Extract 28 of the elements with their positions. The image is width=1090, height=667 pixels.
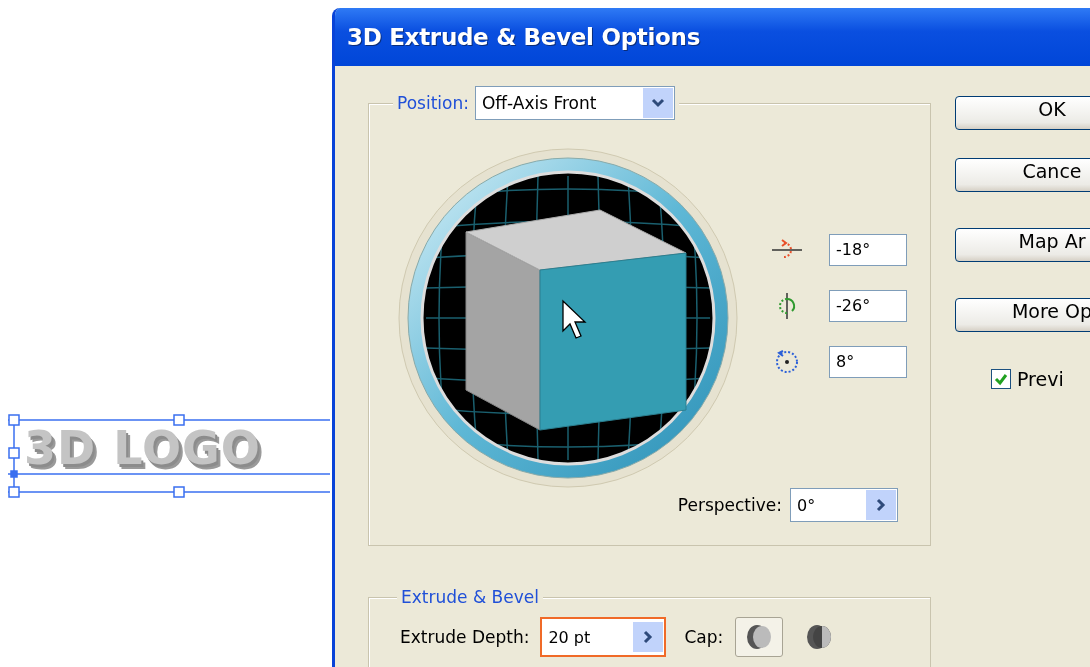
preview-label: Previ [1017, 368, 1064, 390]
selection-handle[interactable] [173, 486, 185, 498]
rotation-angle-field[interactable]: -18° [829, 234, 907, 266]
dialog-button[interactable]: OK [955, 96, 1090, 130]
cap-label: Cap: [684, 627, 724, 647]
dialog-button[interactable]: Cance [955, 158, 1090, 192]
perspective-label: Perspective: [677, 495, 782, 515]
position-label: Position: [397, 93, 469, 113]
selection-handle[interactable] [8, 486, 20, 498]
trackball-cube-drawing[interactable] [398, 148, 738, 488]
rotation-angle-field[interactable]: -26° [829, 290, 907, 322]
chevron-right-icon[interactable] [633, 622, 664, 652]
preview-checkbox[interactable] [991, 369, 1011, 389]
extrude-depth-field[interactable]: 20 pt [540, 617, 667, 657]
chevron-down-icon[interactable] [642, 88, 673, 118]
chevron-right-icon[interactable] [866, 490, 896, 520]
dialog-button[interactable]: Map Ar [955, 228, 1090, 262]
position-dropdown[interactable]: Off-Axis Front [474, 86, 675, 120]
selection-handle[interactable] [173, 414, 185, 426]
window-title: 3D Extrude & Bevel Options [347, 24, 701, 50]
artwork-3d-text: 3D LOGO [24, 425, 261, 471]
cap-on-button[interactable] [735, 617, 784, 657]
rotation-angle-field[interactable]: 8° [829, 346, 907, 378]
selection-handle[interactable] [8, 414, 20, 426]
extrude-depth-label: Extrude Depth: [400, 627, 530, 647]
perspective-field[interactable]: 0° [790, 488, 898, 522]
extrude-bevel-heading: Extrude & Bevel [401, 587, 539, 607]
selection-handle[interactable] [8, 447, 20, 459]
